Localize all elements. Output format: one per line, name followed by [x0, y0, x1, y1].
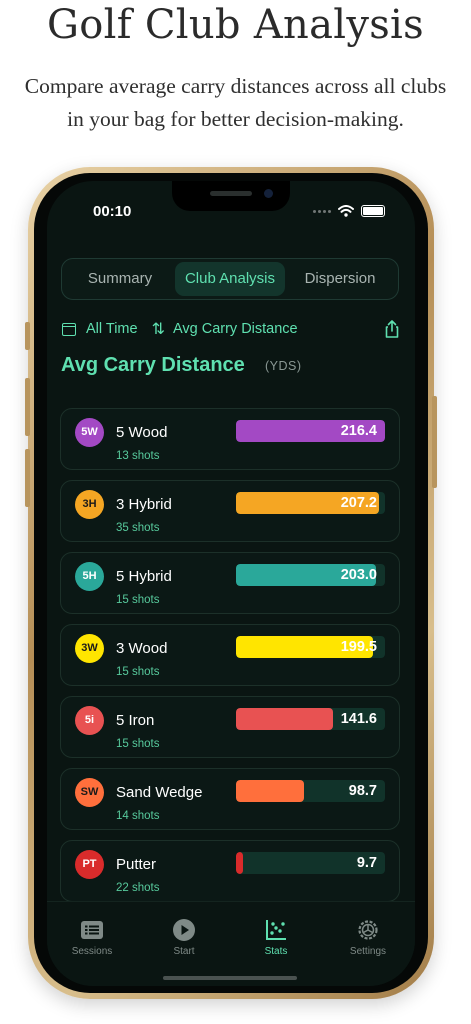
page-subtitle: Compare average carry distances across a…	[24, 74, 447, 131]
section-unit: (YDS)	[265, 359, 302, 373]
front-camera	[264, 189, 273, 198]
tab-label: Stats	[264, 946, 288, 957]
club-row[interactable]: 5i 5 Iron 15 shots 141.6	[60, 696, 400, 758]
view-segmented-control: Summary Club Analysis Dispersion	[61, 258, 399, 300]
play-icon	[173, 919, 195, 941]
club-badge: 3H	[75, 490, 104, 519]
tab-dispersion[interactable]: Dispersion	[285, 262, 395, 296]
club-badge: 5H	[75, 562, 104, 591]
club-shot-count: 13 shots	[116, 450, 160, 462]
distance-value: 207.2	[340, 495, 377, 511]
scatter-chart-icon	[266, 920, 286, 940]
club-row[interactable]: 5H 5 Hybrid 15 shots 203.0	[60, 552, 400, 614]
club-shot-count: 14 shots	[116, 810, 160, 822]
tab-summary[interactable]: Summary	[65, 262, 175, 296]
signal-icon	[313, 209, 331, 213]
share-icon[interactable]	[382, 319, 402, 339]
tab-settings[interactable]: Settings	[333, 918, 403, 957]
notch	[172, 181, 290, 211]
bottom-tab-bar: Sessions Start Stats Settings	[47, 901, 415, 986]
club-shot-count: 15 shots	[116, 738, 160, 750]
tab-label: Settings	[349, 946, 387, 957]
club-row[interactable]: 5W 5 Wood 13 shots 216.4	[60, 408, 400, 470]
tab-start[interactable]: Start	[149, 918, 219, 957]
tab-sessions[interactable]: Sessions	[57, 918, 127, 957]
club-badge: 5i	[75, 706, 104, 735]
distance-bar-track: 199.5	[236, 636, 385, 658]
status-icons	[313, 203, 385, 219]
distance-value: 9.7	[356, 855, 377, 871]
club-name: 3 Wood	[116, 640, 168, 657]
distance-bar-track: 203.0	[236, 564, 385, 586]
club-name: Sand Wedge	[116, 784, 203, 801]
club-name: 5 Iron	[116, 712, 155, 729]
phone-power-button	[432, 396, 437, 488]
distance-bar-fill	[236, 852, 243, 874]
sort-filter-button[interactable]: Avg Carry Distance	[173, 321, 298, 337]
club-shot-count: 15 shots	[116, 594, 160, 606]
club-shot-count: 15 shots	[116, 666, 160, 678]
club-shot-count: 22 shots	[116, 882, 160, 894]
gear-icon	[358, 920, 378, 940]
distance-value: 98.7	[348, 783, 377, 799]
sort-arrows-icon: ⇅	[151, 321, 165, 338]
period-filter-button[interactable]: All Time	[86, 321, 138, 337]
battery-icon	[361, 205, 385, 217]
app-screen: 00:10 Summary Club Analysis Dispersion A…	[47, 181, 415, 986]
wifi-icon	[338, 205, 354, 217]
club-list: 5W 5 Wood 13 shots 216.4 3H 3 Hybrid 35 …	[60, 408, 400, 904]
distance-bar-track: 141.6	[236, 708, 385, 730]
club-badge: SW	[75, 778, 104, 807]
distance-value: 203.0	[340, 567, 377, 583]
club-row[interactable]: PT Putter 22 shots 9.7	[60, 840, 400, 902]
distance-bar-track: 207.2	[236, 492, 385, 514]
speaker-grille	[210, 191, 252, 196]
distance-value: 141.6	[340, 711, 377, 727]
phone-side-button	[25, 322, 30, 350]
distance-value: 216.4	[340, 423, 377, 439]
distance-bar-fill	[236, 780, 304, 802]
filter-row: All Time ⇅ Avg Carry Distance	[62, 319, 402, 339]
list-icon	[81, 921, 103, 939]
distance-bar-track: 98.7	[236, 780, 385, 802]
distance-bar-fill	[236, 708, 333, 730]
club-name: 3 Hybrid	[116, 496, 172, 513]
club-row[interactable]: 3W 3 Wood 15 shots 199.5	[60, 624, 400, 686]
home-indicator	[163, 976, 297, 980]
club-badge: 3W	[75, 634, 104, 663]
distance-value: 199.5	[340, 639, 377, 655]
club-name: Putter	[116, 856, 157, 873]
club-row[interactable]: SW Sand Wedge 14 shots 98.7	[60, 768, 400, 830]
club-row[interactable]: 3H 3 Hybrid 35 shots 207.2	[60, 480, 400, 542]
club-name: 5 Wood	[116, 424, 168, 441]
club-badge: 5W	[75, 418, 104, 447]
club-badge: PT	[75, 850, 104, 879]
club-name: 5 Hybrid	[116, 568, 172, 585]
distance-bar-track: 9.7	[236, 852, 385, 874]
calendar-icon	[62, 322, 76, 336]
phone-volume-up-button	[25, 378, 30, 436]
phone-volume-down-button	[25, 449, 30, 507]
club-shot-count: 35 shots	[116, 522, 160, 534]
tab-club-analysis[interactable]: Club Analysis	[175, 262, 285, 296]
tab-label: Start	[173, 946, 195, 957]
tab-stats[interactable]: Stats	[241, 918, 311, 957]
page-headline: Golf Club Analysis	[47, 2, 424, 48]
distance-bar-track: 216.4	[236, 420, 385, 442]
section-title: Avg Carry Distance	[61, 354, 245, 376]
tab-label: Sessions	[71, 946, 113, 957]
status-time: 00:10	[93, 203, 132, 220]
